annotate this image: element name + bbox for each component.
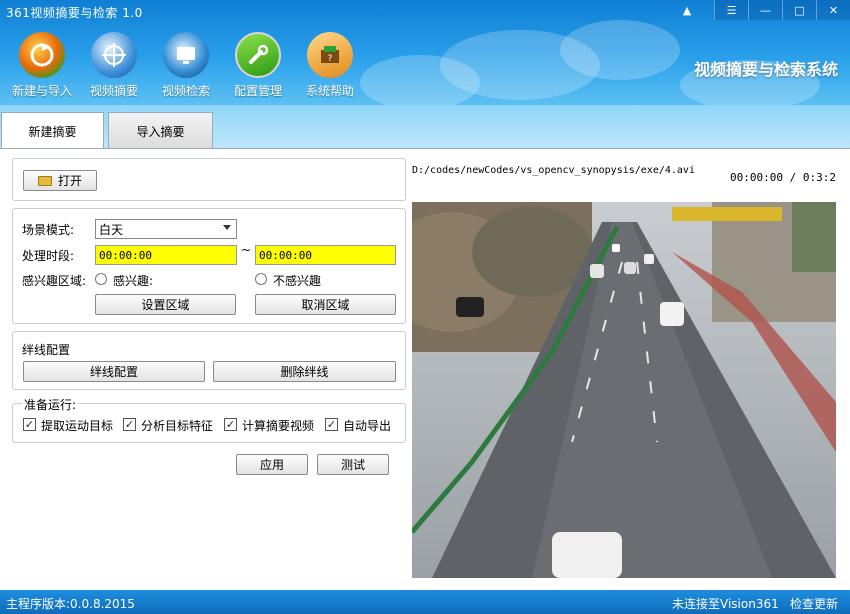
toolbar-config[interactable]: 配置管理 xyxy=(222,32,294,100)
system-name: 视频摘要与检索系统 xyxy=(693,60,838,79)
extract-targets-label: 提取运动目标 xyxy=(41,419,114,433)
compute-summary-checkbox[interactable]: ✓ xyxy=(224,418,237,431)
prepare-label: 准备运行: xyxy=(22,396,79,413)
traffic-scene-image xyxy=(412,202,836,578)
connection-status: 未连接至Vision361 xyxy=(672,597,779,611)
auto-export-label: 自动导出 xyxy=(343,419,392,433)
status-bar: 主程序版本:0.0.8.2015 未连接至Vision361 检查更新 xyxy=(0,590,850,614)
toolbar-label: 配置管理 xyxy=(233,84,282,98)
roi-label: 感兴趣区域: xyxy=(22,274,87,288)
end-time-input[interactable]: 00:00:00 xyxy=(255,245,396,265)
tripwire-label: 绊线配置 xyxy=(22,343,71,357)
video-time: 00:00:00 / 0:3:2 xyxy=(730,171,836,184)
compute-summary-label: 计算摘要视频 xyxy=(242,419,315,433)
main-toolbar: 新建与导入 视频摘要 视频检索 配置管理 ? 系统帮助 xyxy=(6,32,366,100)
folder-icon xyxy=(37,175,52,186)
main-content: 打开 场景模式: 白天 处理时段: 00:00:00 ~ 00:00:00 感兴… xyxy=(0,148,850,588)
scene-selected-value: 白天 xyxy=(99,222,124,237)
skin-icon[interactable]: ▲ xyxy=(680,5,694,17)
roi-not-interest-radio[interactable] xyxy=(255,273,267,285)
delete-tripwire-button[interactable]: 删除绊线 xyxy=(213,361,396,382)
check-update-link[interactable]: 检查更新 xyxy=(790,595,838,612)
apply-button[interactable]: 应用 xyxy=(236,454,308,475)
new-import-icon xyxy=(19,32,65,78)
video-path: D:/codes/newCodes/vs_opencv_synopysis/ex… xyxy=(412,165,695,176)
roi-interest-label: 感兴趣: xyxy=(113,274,154,288)
analyze-features-checkbox[interactable]: ✓ xyxy=(123,418,136,431)
set-region-button[interactable]: 设置区域 xyxy=(95,294,236,315)
toolbar-help[interactable]: ? 系统帮助 xyxy=(294,32,366,100)
extract-targets-checkbox[interactable]: ✓ xyxy=(23,418,36,431)
toolbar-label: 新建与导入 xyxy=(11,84,72,98)
scene-label: 场景模式: xyxy=(22,223,75,237)
open-button[interactable]: 打开 xyxy=(23,170,97,191)
app-title: 361视频摘要与检索 1.0 xyxy=(6,6,143,20)
chevron-down-icon xyxy=(223,225,231,230)
close-icon[interactable]: ✕ xyxy=(816,0,850,20)
analyze-features-label: 分析目标特征 xyxy=(141,419,214,433)
cloud-decoration xyxy=(360,55,480,105)
video-preview[interactable] xyxy=(412,202,836,578)
toolbar-new-import[interactable]: 新建与导入 xyxy=(6,32,78,100)
menu-dropdown-icon[interactable]: ☰ xyxy=(714,0,748,20)
minimize-icon[interactable]: — xyxy=(748,0,782,20)
open-button-label: 打开 xyxy=(57,174,82,188)
tab-import-summary[interactable]: 导入摘要 xyxy=(108,112,213,149)
test-button[interactable]: 测试 xyxy=(317,454,389,475)
video-search-icon xyxy=(163,32,209,78)
roi-not-interest-label: 不感兴趣 xyxy=(273,274,322,288)
version-text: 主程序版本:0.0.8.2015 xyxy=(6,597,135,611)
svg-text:?: ? xyxy=(328,54,333,64)
help-icon: ? xyxy=(307,32,353,78)
time-range-label: 处理时段: xyxy=(22,249,75,263)
toolbar-label: 视频检索 xyxy=(161,84,210,98)
toolbar-video-search[interactable]: 视频检索 xyxy=(150,32,222,100)
tripwire-group: 绊线配置 绊线配置 删除绊线 xyxy=(12,331,406,390)
scene-select[interactable]: 白天 xyxy=(95,219,237,239)
tripwire-config-button[interactable]: 绊线配置 xyxy=(23,361,205,382)
prepare-group: 准备运行: ✓ 提取运动目标 ✓ 分析目标特征 ✓ 计算摘要视频 ✓ 自动导出 xyxy=(12,396,406,443)
cancel-region-button[interactable]: 取消区域 xyxy=(255,294,396,315)
cloud-decoration xyxy=(560,20,680,80)
app-header: 361视频摘要与检索 1.0 ▲ ☰ — □ ✕ 新建与导入 视频摘要 视频检索 xyxy=(0,0,850,105)
time-separator: ~ xyxy=(241,243,252,257)
toolbar-video-summary[interactable]: 视频摘要 xyxy=(78,32,150,100)
settings-group: 场景模式: 白天 处理时段: 00:00:00 ~ 00:00:00 感兴趣区域… xyxy=(12,208,406,324)
config-icon xyxy=(235,32,281,78)
tab-new-summary[interactable]: 新建摘要 xyxy=(1,112,104,150)
start-time-input[interactable]: 00:00:00 xyxy=(95,245,237,265)
auto-export-checkbox[interactable]: ✓ xyxy=(325,418,338,431)
roi-interest-radio[interactable] xyxy=(95,273,107,285)
title-bar[interactable]: 361视频摘要与检索 1.0 ▲ ☰ — □ ✕ xyxy=(0,0,850,24)
toolbar-label: 系统帮助 xyxy=(305,84,354,98)
video-summary-icon xyxy=(91,32,137,78)
maximize-icon[interactable]: □ xyxy=(782,0,816,20)
toolbar-label: 视频摘要 xyxy=(89,84,138,98)
open-group: 打开 xyxy=(12,158,406,201)
window-controls: ☰ — □ ✕ xyxy=(714,0,850,20)
